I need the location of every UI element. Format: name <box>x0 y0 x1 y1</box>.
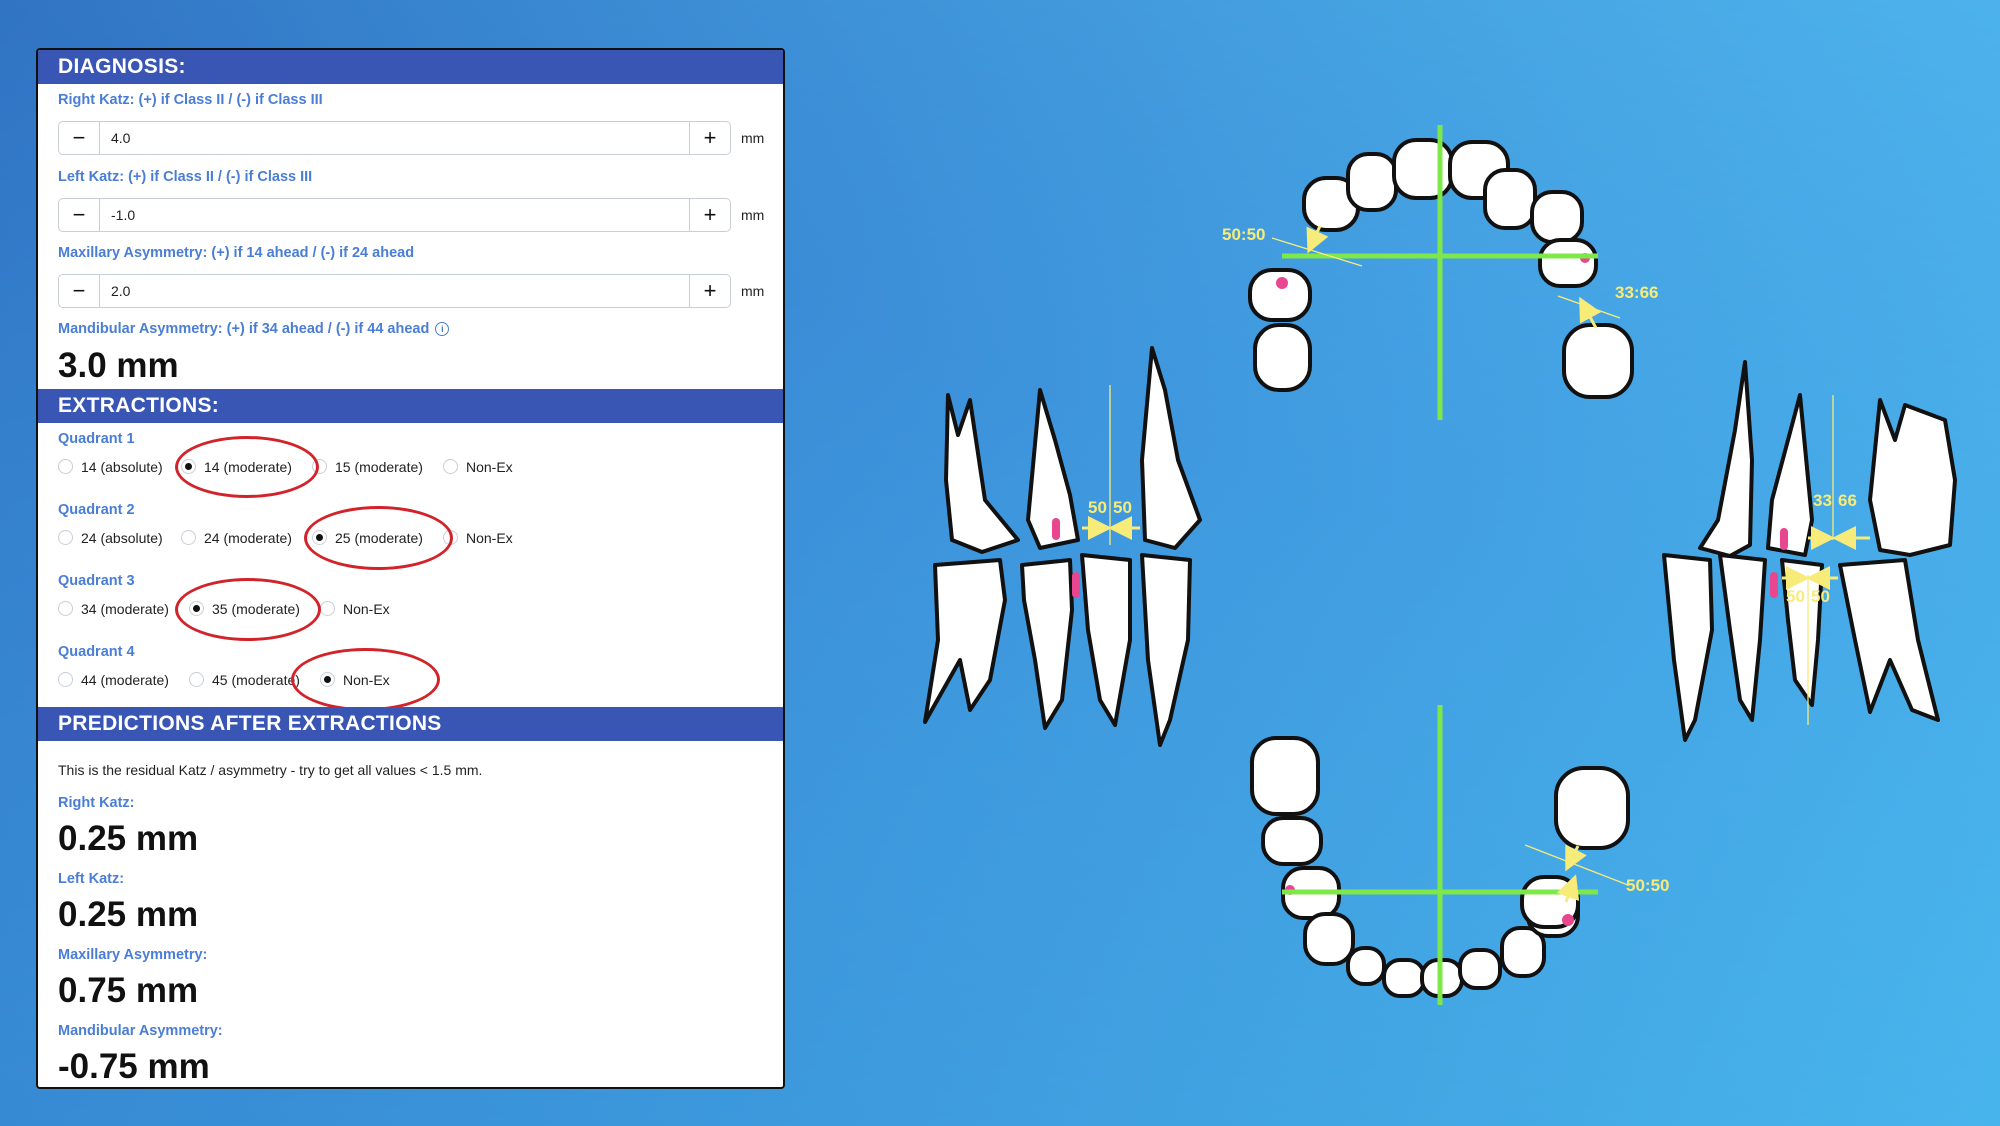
contact-marker <box>1780 528 1788 550</box>
lower-premolar-left <box>1020 558 1074 730</box>
lower-arch-incisor-4 <box>1458 948 1502 990</box>
right-bite-lower-left-ratio: 50 <box>1786 587 1805 606</box>
upper-arch-right-molar <box>1562 323 1634 399</box>
lower-premolar-left-2 <box>1080 553 1132 727</box>
contact-marker <box>1562 914 1574 926</box>
lower-arch-right-molar <box>1554 766 1630 850</box>
lower-arch-left-molar <box>1250 736 1320 816</box>
contact-marker <box>1072 572 1080 598</box>
upper-premolar-right <box>1766 393 1814 557</box>
lower-canine-left <box>1140 553 1192 747</box>
contact-marker <box>1276 277 1288 289</box>
upper-arch-left-molar <box>1253 323 1312 392</box>
lower-premolar-right-2 <box>1780 558 1824 707</box>
lower-arch-left-premolar-1 <box>1261 816 1323 866</box>
lower-arch-ratio: 50:50 <box>1626 876 1669 895</box>
right-bite-lower-right-ratio: 50 <box>1811 587 1830 606</box>
lower-arch-incisor-2 <box>1382 958 1426 998</box>
right-buccal-view <box>1662 360 1957 742</box>
lower-canine-right <box>1662 553 1714 742</box>
lower-premolar-right <box>1718 553 1767 722</box>
upper-canine-left <box>1140 346 1202 550</box>
lower-arch-incisor-1 <box>1346 946 1386 986</box>
upper-arch-lateral-incisor <box>1346 152 1398 212</box>
left-buccal-view <box>923 346 1202 747</box>
upper-canine-right <box>1698 360 1754 558</box>
upper-molar-left <box>944 393 1020 554</box>
upper-arch-right-ratio: 33:66 <box>1615 283 1658 302</box>
left-bite-upper-left-ratio: 50 <box>1088 498 1107 517</box>
upper-arch-left-ratio: 50:50 <box>1222 225 1265 244</box>
measure-line <box>1271 237 1363 267</box>
lower-molar-left <box>923 558 1007 724</box>
upper-arch-central-incisor-left <box>1392 138 1454 200</box>
upper-arch-right-canine <box>1530 190 1584 244</box>
upper-molar-right <box>1868 398 1957 557</box>
contact-marker <box>1052 518 1060 540</box>
upper-arch-right-premolar <box>1538 238 1598 288</box>
right-bite-upper-right-ratio: 66 <box>1838 491 1857 510</box>
left-bite-upper-right-ratio: 50 <box>1113 498 1132 517</box>
right-bite-upper-left-ratio: 33 <box>1813 491 1832 510</box>
contact-marker <box>1770 572 1778 598</box>
dental-illustration: 50:50 33:66 50:50 50 50 33 66 50 50 <box>923 125 1957 1005</box>
lower-molar-right <box>1838 558 1940 722</box>
upper-arch-right-lateral-incisor <box>1483 168 1537 230</box>
lower-arch-left-canine <box>1303 912 1355 966</box>
